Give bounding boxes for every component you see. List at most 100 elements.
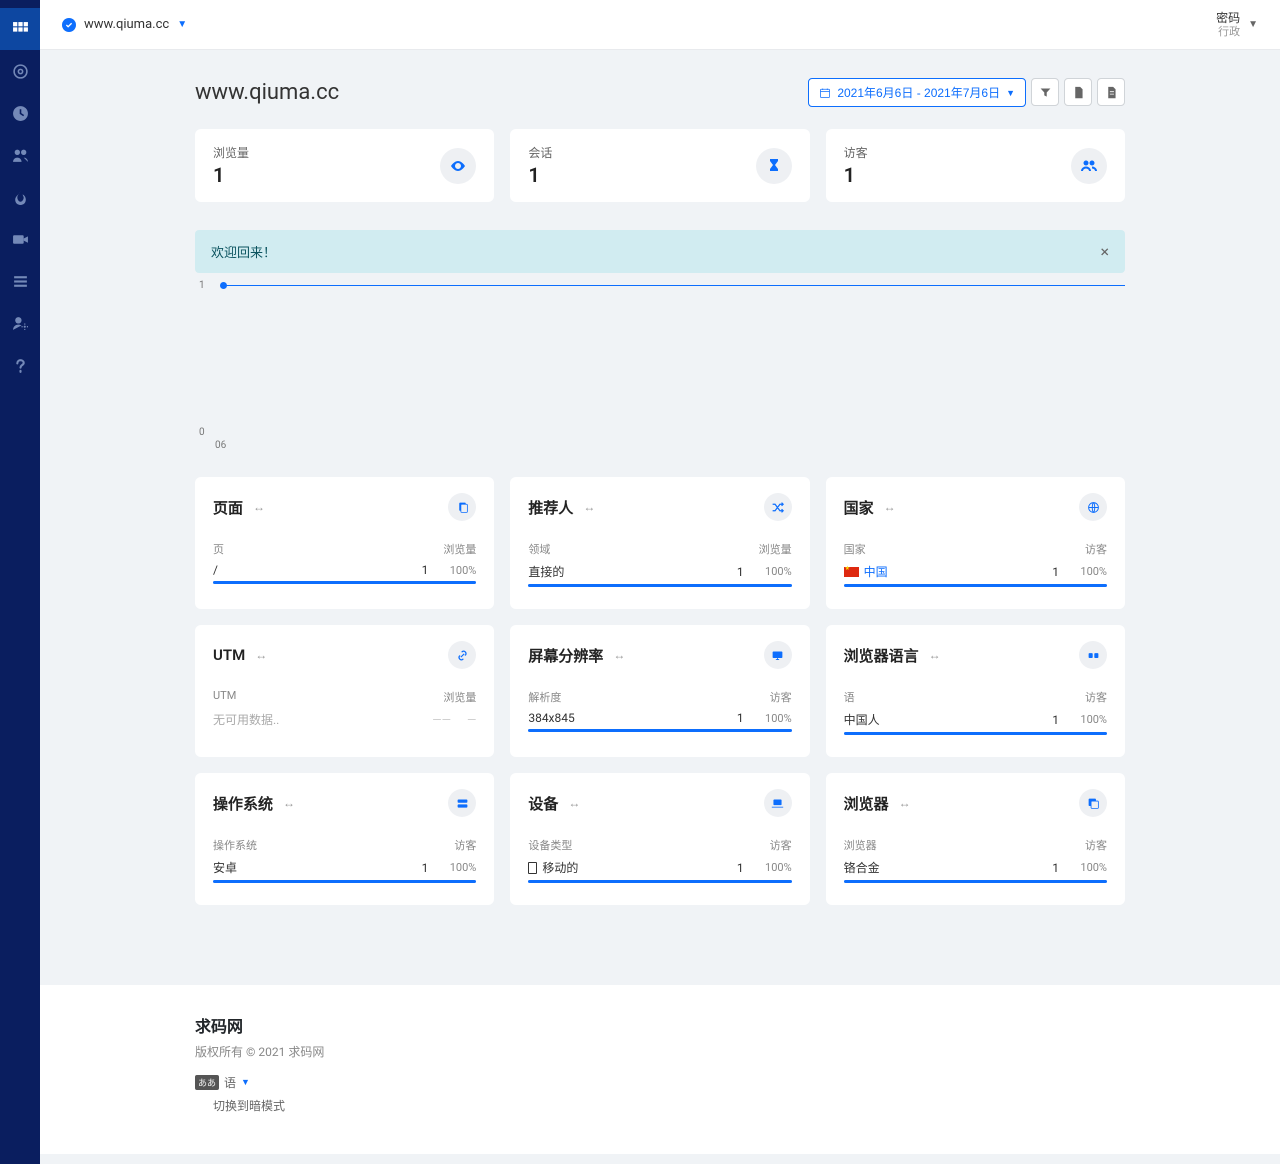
row-name[interactable]: 铬合金: [844, 859, 880, 876]
col-label: 访客: [1085, 541, 1107, 557]
progress-bar: [844, 732, 1107, 735]
row-pct: 100%: [1075, 713, 1107, 726]
card-devices: 设备 ↔ 设备类型访客 移动的 1100%: [510, 773, 809, 905]
arrows-icon[interactable]: ↔: [583, 500, 595, 514]
row-value: 1: [413, 563, 428, 577]
progress-bar: [213, 581, 476, 584]
list-icon: [12, 273, 29, 290]
card-browsers: 浏览器 ↔ 浏览器访客 铬合金 1100%: [826, 773, 1125, 905]
card-title: 页面: [213, 497, 243, 518]
col-label: 访客: [770, 689, 792, 705]
row-value: 1: [1044, 713, 1059, 727]
sidebar-dashboard[interactable]: [0, 8, 40, 50]
sidebar-help[interactable]: [0, 344, 40, 386]
col-label: UTM: [213, 689, 236, 705]
progress-bar: [528, 584, 791, 587]
welcome-alert: 欢迎回来！ ×: [195, 230, 1125, 273]
col-label: 访客: [1085, 689, 1107, 705]
sidebar-visitors[interactable]: [0, 134, 40, 176]
card-title: 浏览器语言: [844, 645, 919, 666]
footer: 求码网 版权所有 © 2021 求码网 ああ 语 ▼ 切换到暗模式: [40, 985, 1280, 1154]
date-range-button[interactable]: 2021年6月6日 - 2021年7月6日 ▼: [808, 78, 1026, 107]
sidebar-sessions[interactable]: [0, 92, 40, 134]
row-pct: 100%: [1075, 861, 1107, 874]
arrows-icon[interactable]: ↔: [283, 796, 295, 810]
col-label: 领域: [528, 541, 550, 557]
empty-text: 无可用数据..: [213, 711, 279, 728]
desktop-icon: [764, 641, 792, 669]
question-icon: [12, 357, 29, 374]
moon-icon: [195, 1100, 207, 1112]
col-label: 设备类型: [528, 837, 572, 853]
shuffle-icon: [764, 493, 792, 521]
link-icon: [448, 641, 476, 669]
row-pct: 100%: [444, 861, 476, 874]
arrows-icon[interactable]: ↔: [929, 648, 941, 662]
col-label: 浏览量: [759, 541, 792, 557]
row-name[interactable]: 中国: [844, 563, 888, 580]
chart: 1 0 06: [195, 281, 1125, 465]
theme-toggle[interactable]: 切换到暗模式: [195, 1097, 1125, 1114]
row-value: 1: [729, 861, 744, 875]
row-value: 1: [413, 861, 428, 875]
col-label: 解析度: [528, 689, 561, 705]
fire-icon: [12, 189, 29, 206]
row-pct: 100%: [760, 861, 792, 874]
user-cog-icon: [12, 315, 29, 332]
user-menu[interactable]: 密码 行政 ▼: [1216, 11, 1258, 39]
row-name[interactable]: 直接的: [528, 563, 564, 580]
arrows-icon[interactable]: ↔: [884, 500, 896, 514]
row-name[interactable]: 384x845: [528, 711, 574, 725]
close-icon[interactable]: ×: [1100, 242, 1109, 261]
row-label: 中国: [864, 563, 888, 580]
caret-down-icon: ▼: [177, 19, 187, 30]
laptop-icon: [764, 789, 792, 817]
card-utm: UTM ↔ UTM浏览量 无可用数据.. ———: [195, 625, 494, 757]
card-title: 国家: [844, 497, 874, 518]
export-alt-button[interactable]: [1097, 78, 1125, 106]
arrows-icon[interactable]: ↔: [568, 796, 580, 810]
sidebar-realtime[interactable]: [0, 50, 40, 92]
verified-icon: [62, 18, 76, 32]
row-name[interactable]: /: [213, 563, 218, 577]
col-label: 浏览量: [443, 689, 476, 705]
file-icon: [1072, 86, 1085, 99]
row-name[interactable]: 中国人: [844, 711, 880, 728]
sidebar-heatmaps[interactable]: [0, 176, 40, 218]
theme-label: 切换到暗模式: [213, 1097, 285, 1114]
y-tick: 0: [199, 427, 205, 438]
sidebar-events[interactable]: [0, 260, 40, 302]
caret-down-icon: ▼: [1248, 19, 1258, 30]
arrows-icon[interactable]: ↔: [253, 500, 265, 514]
row-name[interactable]: 移动的: [528, 859, 578, 876]
card-title: 浏览器: [844, 793, 889, 814]
filter-button[interactable]: [1031, 78, 1059, 106]
caret-down-icon: ▼: [241, 1077, 250, 1088]
sidebar: [0, 0, 40, 1164]
export-button[interactable]: [1064, 78, 1092, 106]
progress-bar: [213, 880, 476, 883]
footer-brand[interactable]: 求码网: [195, 1013, 1125, 1037]
arrows-icon[interactable]: ↔: [613, 648, 625, 662]
language-switcher[interactable]: ああ 语 ▼: [195, 1074, 1125, 1091]
page-title: www.qiuma.cc: [195, 80, 339, 105]
target-icon: [12, 63, 29, 80]
row-pct: 100%: [1075, 565, 1107, 578]
stat-label: 浏览量: [213, 144, 249, 161]
arrows-icon[interactable]: ↔: [899, 796, 911, 810]
language-badge-icon: ああ: [195, 1075, 219, 1090]
users-icon: [12, 147, 29, 164]
site-selector[interactable]: www.qiuma.cc ▼: [62, 17, 187, 32]
site-name: www.qiuma.cc: [84, 17, 169, 32]
chart-series-line: [223, 285, 1125, 286]
sidebar-recordings[interactable]: [0, 218, 40, 260]
card-title: 屏幕分辨率: [528, 645, 603, 666]
user-name: 密码: [1216, 11, 1240, 25]
sidebar-teams[interactable]: [0, 302, 40, 344]
row-value: 1: [729, 565, 744, 579]
stat-value: 1: [528, 163, 552, 187]
arrows-icon[interactable]: ↔: [255, 648, 267, 662]
row-name[interactable]: 安卓: [213, 859, 237, 876]
chart-point: [220, 282, 227, 289]
row-value: 1: [1044, 861, 1059, 875]
